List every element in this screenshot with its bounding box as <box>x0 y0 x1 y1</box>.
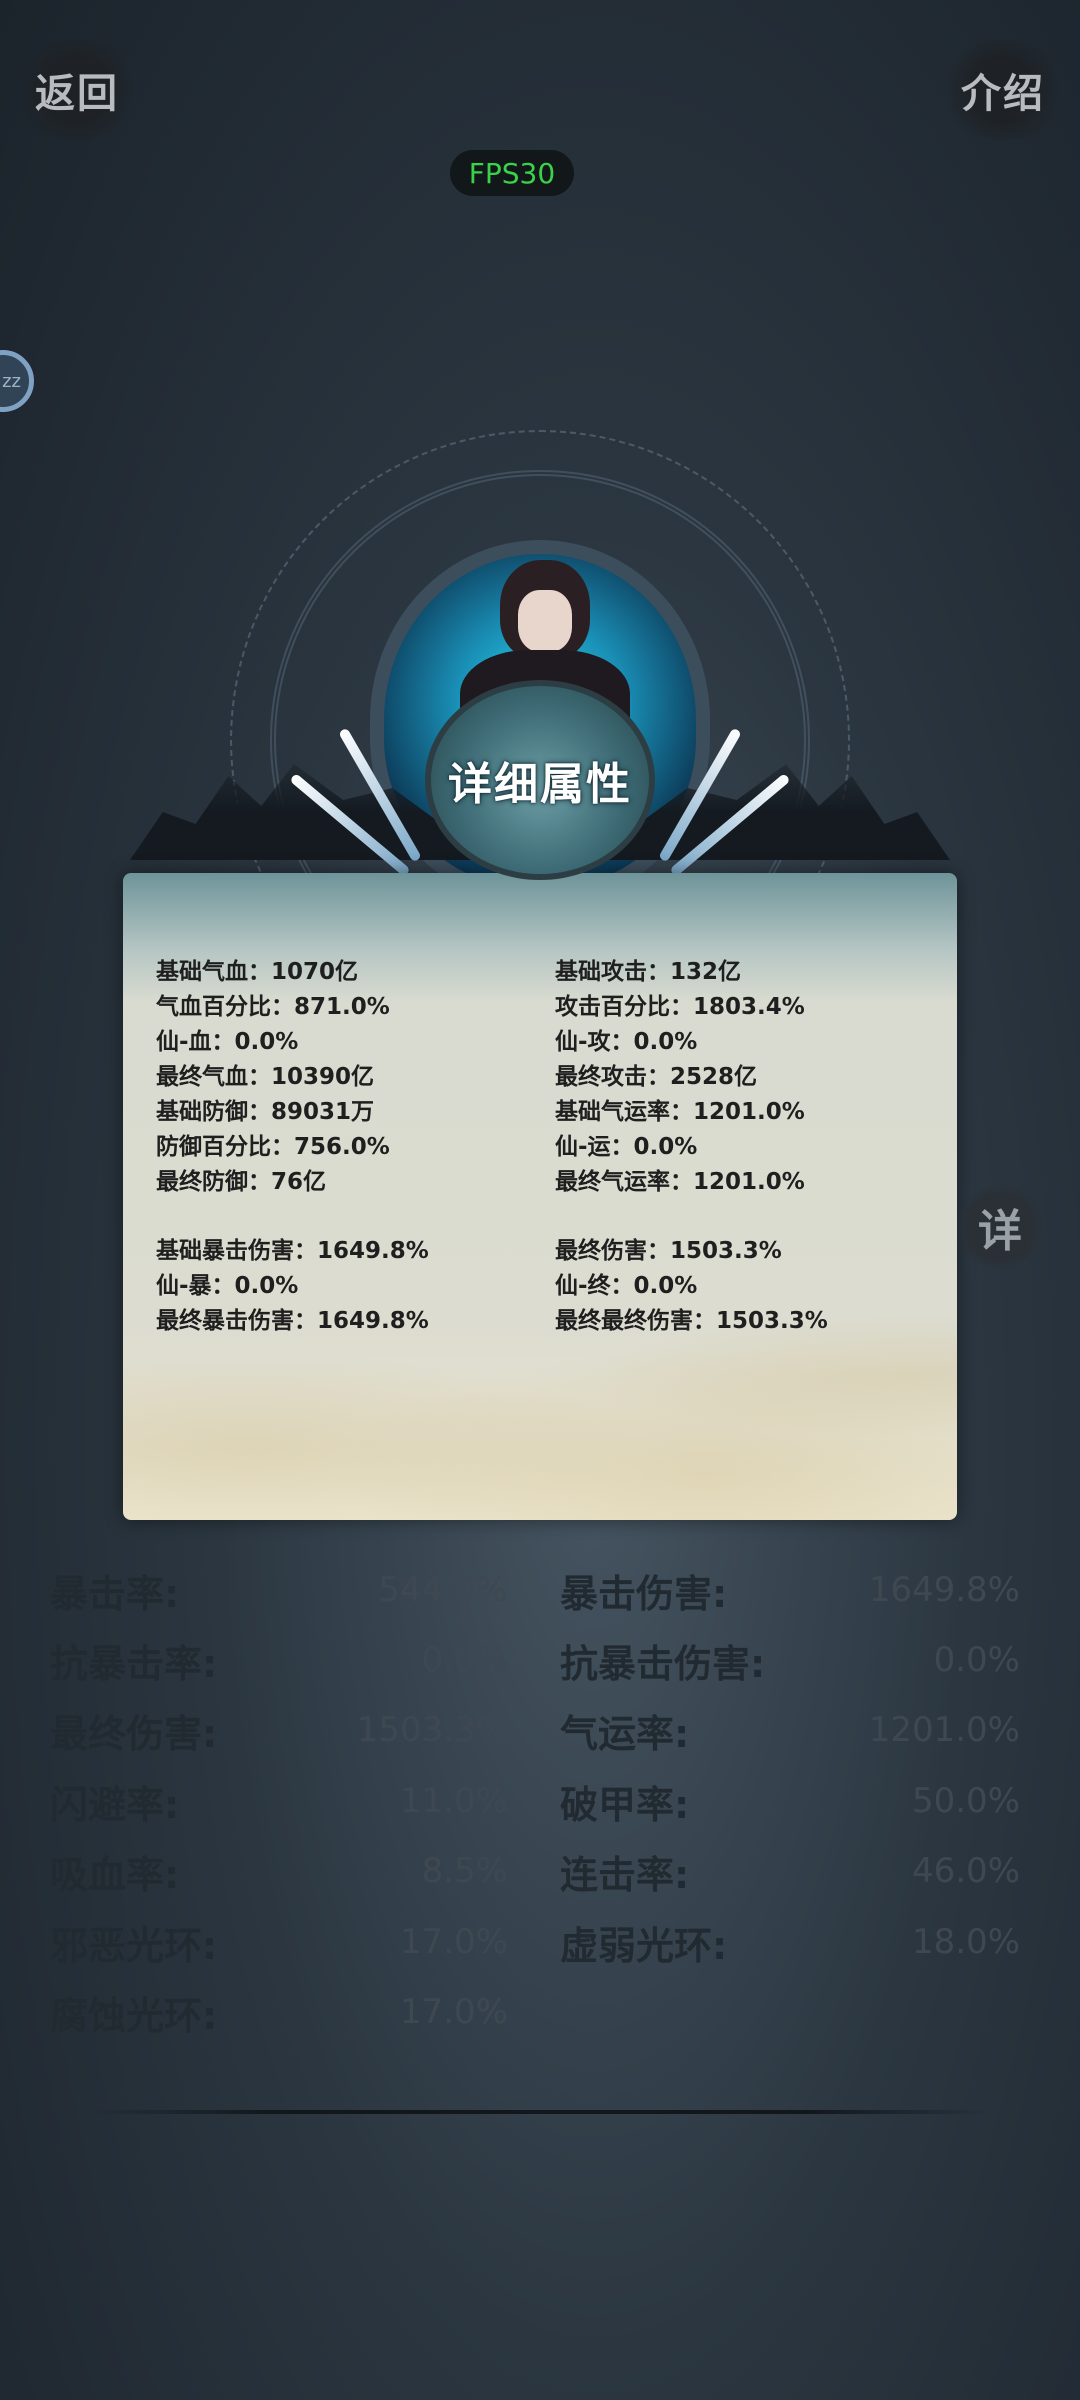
stat-value: 11.0% <box>399 1781 508 1821</box>
stat-base-hp: 基础气血：1070亿 <box>156 959 359 985</box>
stat-label: 暴击伤害: <box>560 1571 728 1616</box>
back-button-label: 返回 <box>35 71 119 117</box>
stat-label: 虚弱光环: <box>560 1923 728 1968</box>
side-avatar-button[interactable]: zz <box>0 350 34 412</box>
list-item: 虚弱光环: 18.0% <box>560 1912 1020 1972</box>
stat-value: 1503.3% <box>356 1710 508 1750</box>
panel-title-orb: 详细属性 <box>425 680 655 880</box>
list-item: 抗暴击率: 0.0% <box>50 1630 508 1690</box>
stat-attack-percent: 攻击百分比：1803.4% <box>555 994 805 1020</box>
panel-left-column: 基础气血：1070亿 气血百分比：871.0% 仙-血：0.0% 最终气血：10… <box>156 955 546 1339</box>
stat-immortal-final: 仙-终：0.0% <box>555 1273 698 1299</box>
stat-immortal-luck: 仙-运：0.0% <box>555 1134 698 1160</box>
stat-value: 0.0% <box>933 1640 1020 1680</box>
divider <box>90 2110 990 2114</box>
stat-final-attack: 最终攻击：2528亿 <box>555 1064 758 1090</box>
stat-value: 544.0% <box>378 1570 508 1610</box>
stat-label: 抗暴击伤害: <box>560 1641 766 1686</box>
stat-immortal-crit: 仙-暴：0.0% <box>156 1273 299 1299</box>
list-item: 破甲率: 50.0% <box>560 1771 1020 1831</box>
stat-label: 连击率: <box>560 1852 690 1897</box>
stat-base-crit-damage: 基础暴击伤害：1649.8% <box>156 1238 429 1264</box>
list-item: 暴击率: 544.0% <box>50 1560 508 1620</box>
stat-label: 腐蚀光环: <box>50 1993 218 2038</box>
character-face <box>518 590 572 652</box>
stat-hp-percent: 气血百分比：871.0% <box>156 994 390 1020</box>
stat-immortal-hp: 仙-血：0.0% <box>156 1029 299 1055</box>
panel-right-column: 基础攻击：132亿 攻击百分比：1803.4% 仙-攻：0.0% 最终攻击：25… <box>555 955 945 1339</box>
stat-final-damage: 最终伤害：1503.3% <box>555 1238 782 1264</box>
list-item: 腐蚀光环: 17.0% <box>50 1982 508 2042</box>
detail-attributes-panel: 基础气血：1070亿 气血百分比：871.0% 仙-血：0.0% 最终气血：10… <box>123 873 957 1520</box>
list-item: 暴击伤害: 1649.8% <box>560 1560 1020 1620</box>
stat-base-defense: 基础防御：89031万 <box>156 1099 375 1125</box>
stat-final-luck: 最终气运率：1201.0% <box>555 1169 805 1195</box>
stat-final-hp: 最终气血：10390亿 <box>156 1064 375 1090</box>
stat-label: 最终伤害: <box>50 1711 218 1756</box>
stat-base-luck: 基础气运率：1201.0% <box>555 1099 805 1125</box>
stat-immortal-attack: 仙-攻：0.0% <box>555 1029 698 1055</box>
stat-value: 1649.8% <box>868 1570 1020 1610</box>
back-button[interactable]: 返回 <box>12 40 142 140</box>
stat-label: 吸血率: <box>50 1852 180 1897</box>
stat-value: 17.0% <box>399 1922 508 1962</box>
list-item: 邪恶光环: 17.0% <box>50 1912 508 1972</box>
list-item: 连击率: 46.0% <box>560 1841 1020 1901</box>
side-avatar-text: zz <box>2 370 21 392</box>
detail-button[interactable]: 详 <box>958 1185 1042 1269</box>
stat-final-final-damage: 最终最终伤害：1503.3% <box>555 1308 828 1334</box>
stat-label: 破甲率: <box>560 1782 690 1827</box>
stat-base-attack: 基础攻击：132亿 <box>555 959 742 985</box>
list-item: 最终伤害: 1503.3% <box>50 1700 508 1760</box>
list-item: 闪避率: 11.0% <box>50 1771 508 1831</box>
intro-button-label: 介绍 <box>961 71 1045 117</box>
list-item: 气运率: 1201.0% <box>560 1700 1020 1760</box>
stat-label: 暴击率: <box>50 1571 180 1616</box>
stat-value: 46.0% <box>911 1851 1020 1891</box>
stat-label: 邪恶光环: <box>50 1923 218 1968</box>
stat-value: 18.0% <box>911 1922 1020 1962</box>
list-item: 抗暴击伤害: 0.0% <box>560 1630 1020 1690</box>
list-item: 吸血率: 8.5% <box>50 1841 508 1901</box>
detail-button-label: 详 <box>978 1206 1022 1257</box>
stat-label: 气运率: <box>560 1711 690 1756</box>
stat-value: 17.0% <box>399 1992 508 2032</box>
stat-label: 抗暴击率: <box>50 1641 218 1686</box>
stat-label: 闪避率: <box>50 1782 180 1827</box>
stat-final-crit-damage: 最终暴击伤害：1649.8% <box>156 1308 429 1334</box>
fps-counter: FPS30 <box>450 150 574 196</box>
stat-defense-percent: 防御百分比：756.0% <box>156 1134 390 1160</box>
panel-title: 详细属性 <box>448 759 632 810</box>
stat-final-defense: 最终防御：76亿 <box>156 1169 327 1195</box>
stat-value: 8.5% <box>421 1851 508 1891</box>
stat-value: 1201.0% <box>868 1710 1020 1750</box>
stat-value: 50.0% <box>911 1781 1020 1821</box>
intro-button[interactable]: 介绍 <box>938 40 1068 140</box>
stat-value: 0.0% <box>421 1640 508 1680</box>
